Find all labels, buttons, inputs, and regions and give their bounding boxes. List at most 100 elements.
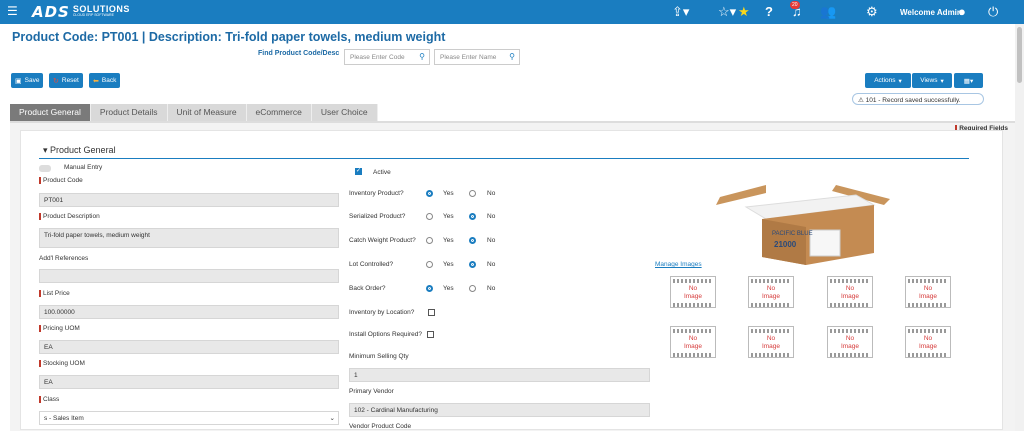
inventory-product-label: Inventory Product? [349, 190, 404, 197]
logo-main: ADS [32, 2, 70, 21]
favorite-star-icon[interactable]: ★ [738, 4, 750, 20]
save-icon: ▣ [15, 77, 22, 85]
tab-panel: Required Fields ▾ Product General Manual… [10, 121, 1015, 431]
warning-icon: ⚠ [858, 97, 866, 104]
grid-icon: ▦▾ [963, 77, 974, 85]
list-price-label: List Price [39, 290, 70, 297]
catch-weight-no-radio[interactable] [469, 237, 476, 244]
top-navbar: ☰ ADS SOLUTIONS CLOUD ERP SOFTWARE ⇪▾ ☆▾… [0, 0, 1024, 24]
views-button[interactable]: Views ▾ [912, 73, 952, 88]
image-thumbnail[interactable]: No Image [905, 326, 951, 358]
lot-controlled-yes-radio[interactable] [426, 261, 433, 268]
logo-tag: CLOUD ERP SOFTWARE [72, 13, 114, 18]
chevron-down-icon: ▾ [43, 145, 51, 155]
image-thumbnail[interactable]: No Image [670, 326, 716, 358]
reset-icon: ↻ [53, 77, 59, 85]
back-arrow-icon: ⬅ [93, 77, 99, 85]
vendor-product-code-label: Vendor Product Code [349, 423, 412, 430]
pricing-uom-field[interactable]: EA [39, 340, 339, 354]
find-label: Find Product Code/Desc [258, 50, 340, 57]
gear-icon[interactable]: ⚙ [866, 4, 878, 20]
search-icon[interactable]: ⚲ [419, 52, 425, 61]
chevron-down-icon: ⌄ [329, 415, 335, 422]
serialized-product-label: Serialized Product? [349, 213, 406, 220]
caret-down-icon: ▾ [898, 77, 902, 85]
serialized-product-no-radio[interactable] [469, 213, 476, 220]
name-search-input[interactable]: Please Enter Name ⚲ [434, 49, 520, 65]
search-icon[interactable]: ⚲ [509, 52, 515, 61]
save-button[interactable]: ▣ Save [11, 73, 44, 88]
inventory-by-location-checkbox[interactable] [428, 309, 435, 316]
product-code-label: Product Code [39, 177, 83, 184]
image-thumbnail[interactable]: No Image [827, 276, 873, 308]
class-label: Class [39, 396, 59, 403]
page-scrollbar[interactable] [1015, 24, 1024, 431]
install-options-checkbox[interactable] [427, 331, 434, 338]
user-circle-icon[interactable]: ● [958, 4, 966, 19]
back-order-yes-radio[interactable] [426, 285, 433, 292]
catch-weight-label: Catch Weight Product? [349, 237, 416, 244]
status-message: ⚠ 101 - Record saved successfully. [852, 93, 984, 105]
description-field[interactable]: Tri-fold paper towels, medium weight [39, 228, 339, 248]
share-icon[interactable]: ⇪▾ [672, 4, 689, 20]
min-selling-qty-label: Minimum Selling Qty [349, 353, 409, 360]
inventory-product-yes-radio[interactable] [426, 190, 433, 197]
active-checkbox[interactable]: ✓ [355, 168, 362, 175]
serialized-product-yes-radio[interactable] [426, 213, 433, 220]
back-button[interactable]: ⬅ Back [89, 73, 121, 88]
logo[interactable]: ADS SOLUTIONS CLOUD ERP SOFTWARE [32, 2, 130, 21]
image-thumbnail[interactable]: No Image [748, 276, 794, 308]
box-brand-text: PACIFIC BLUE [772, 231, 813, 237]
form-card: ▾ Product General Manual Entry Product C… [20, 130, 1003, 430]
users-icon[interactable]: 👥 [820, 4, 836, 20]
addl-references-label: Add'l References [39, 255, 89, 262]
description-label: Product Description [39, 213, 100, 220]
min-selling-qty-field[interactable]: 1 [349, 368, 650, 382]
install-options-label: Install Options Required? [349, 331, 422, 338]
image-thumbnail[interactable]: No Image [748, 326, 794, 358]
star-outline-icon[interactable]: ☆▾ [718, 4, 736, 20]
code-search-input[interactable]: Please Enter Code ⚲ [344, 49, 430, 65]
list-price-field[interactable]: 100.00000 [39, 305, 339, 319]
reset-button[interactable]: ↻ Reset [49, 73, 83, 88]
actions-button[interactable]: Actions ▾ [865, 73, 911, 88]
stocking-uom-field[interactable]: EA [39, 375, 339, 389]
catch-weight-yes-radio[interactable] [426, 237, 433, 244]
pricing-uom-label: Pricing UOM [39, 325, 80, 332]
addl-references-field[interactable] [39, 269, 339, 283]
image-thumbnail[interactable]: No Image [905, 276, 951, 308]
manual-entry-label: Manual Entry [64, 164, 103, 171]
image-thumbnail[interactable]: No Image [827, 326, 873, 358]
layout-menu-button[interactable]: ▦▾ [954, 73, 983, 88]
tab-user-choice[interactable]: User Choice [311, 104, 378, 121]
stocking-uom-label: Stocking UOM [39, 360, 85, 367]
section-divider [39, 158, 969, 159]
tab-product-details[interactable]: Product Details [90, 104, 168, 121]
inventory-by-location-label: Inventory by Location? [349, 309, 415, 316]
class-select[interactable]: s - Sales Item ⌄ [39, 411, 339, 425]
primary-vendor-label: Primary Vendor [349, 388, 394, 395]
tab-bar: Product General Product Details Unit of … [10, 104, 378, 121]
back-order-no-radio[interactable] [469, 285, 476, 292]
lot-controlled-no-radio[interactable] [469, 261, 476, 268]
lot-controlled-label: Lot Controlled? [349, 261, 394, 268]
section-header[interactable]: ▾ Product General [43, 145, 116, 156]
power-icon[interactable]: ⏻ [988, 4, 998, 20]
tab-product-general[interactable]: Product General [10, 104, 91, 121]
back-order-label: Back Order? [349, 285, 386, 292]
product-code-field[interactable]: PT001 [39, 193, 339, 207]
manual-entry-toggle[interactable] [39, 165, 51, 172]
primary-vendor-field[interactable]: 102 - Cardinal Manufacturing [349, 403, 650, 417]
help-icon[interactable]: ? [765, 4, 773, 19]
product-image[interactable]: PACIFIC BLUE 21000 [706, 175, 896, 267]
notification-badge: 20 [790, 1, 800, 9]
welcome-text[interactable]: Welcome Admin [900, 8, 962, 17]
image-thumbnail[interactable]: No Image [670, 276, 716, 308]
page-title: Product Code: PT001 | Description: Tri-f… [12, 30, 446, 44]
tab-ecommerce[interactable]: eCommerce [246, 104, 312, 121]
active-label: Active [373, 169, 391, 176]
menu-icon[interactable]: ☰ [7, 4, 18, 18]
tab-unit-of-measure[interactable]: Unit of Measure [167, 104, 247, 121]
inventory-product-no-radio[interactable] [469, 190, 476, 197]
manage-images-link[interactable]: Manage Images [655, 261, 702, 268]
